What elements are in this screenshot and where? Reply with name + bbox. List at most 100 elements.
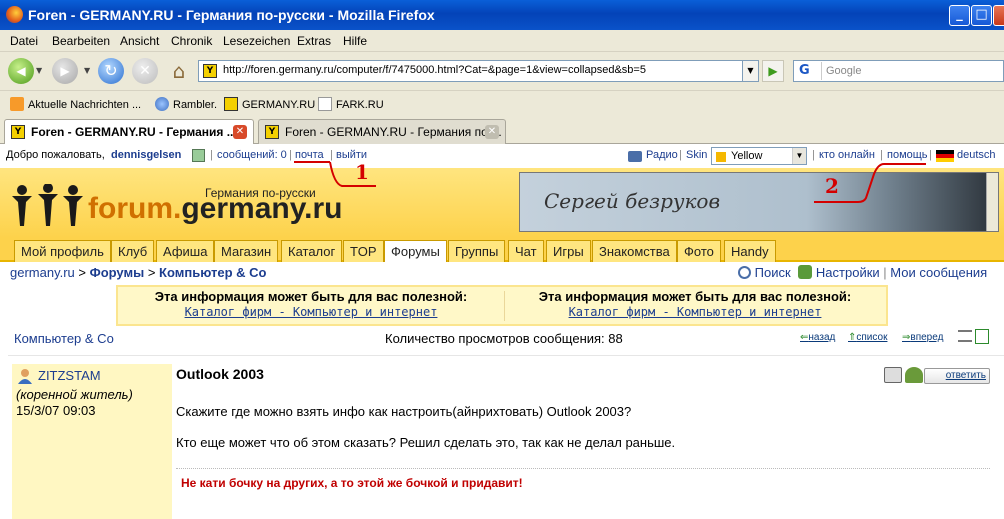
username-link[interactable]: dennisgelsen — [111, 149, 181, 161]
close-tab-icon[interactable]: ✕ — [233, 125, 247, 139]
forward-arrow-icon[interactable]: ▶ — [52, 58, 78, 84]
site-nav-tabs: Мой профиль Клуб Афиша Магазин Каталог T… — [0, 238, 1004, 262]
search-link[interactable]: Поиск — [755, 265, 791, 280]
tab-groups[interactable]: Группы — [448, 240, 506, 262]
tab-games[interactable]: Игры — [546, 240, 591, 262]
tab-forums[interactable]: Форумы — [384, 240, 447, 262]
back-arrow-icon[interactable]: ◀ — [8, 58, 34, 84]
menu-ansicht[interactable]: Ansicht — [120, 34, 159, 48]
info-box: Эта информация может быть для вас полезн… — [116, 285, 888, 326]
forward-history-dropdown-icon[interactable]: ▼ — [84, 66, 90, 92]
bookmark-label: Aktuelle Nachrichten ... — [28, 99, 142, 111]
menu-bearbeiten[interactable]: Bearbeiten — [52, 34, 110, 48]
search-box[interactable]: G Google — [793, 60, 1004, 82]
tab-chat[interactable]: Чат — [508, 240, 544, 262]
divider — [8, 355, 1004, 356]
skin-select[interactable]: Yellow ▼ — [711, 147, 807, 165]
banner-text: Сергей безруков — [544, 189, 721, 213]
maximize-button[interactable]: □ — [971, 5, 992, 26]
tab-dating[interactable]: Знакомства — [592, 240, 677, 262]
back-history-dropdown-icon[interactable]: ▼ — [36, 66, 42, 92]
bookmark-aktuelle-nachrichten[interactable]: Aktuelle Nachrichten ... — [10, 97, 141, 111]
tab-club[interactable]: Клуб — [111, 240, 155, 262]
address-url[interactable]: http://foren.germany.ru/computer/f/74750… — [223, 64, 646, 76]
pager-back-button[interactable]: ⇐назад — [800, 332, 835, 343]
tab-afisha[interactable]: Афиша — [156, 240, 215, 262]
menu-lesezeichen[interactable]: Lesezeichen — [223, 34, 290, 48]
menu-bar: Datei Bearbeiten Ansicht Chronik Lesezei… — [0, 30, 1004, 52]
reply-button[interactable]: ответить — [924, 368, 990, 384]
minimize-button[interactable]: _ — [949, 5, 970, 26]
menu-hilfe[interactable]: Hilfe — [343, 34, 367, 48]
skin-label: Skin — [686, 149, 708, 161]
bookmark-germany-ru[interactable]: GERMANY.RU — [224, 97, 315, 111]
tab-bar: Y Foren - GERMANY.RU - Германия ... ✕ Y … — [0, 116, 1004, 145]
address-bar[interactable]: Y http://foren.germany.ru/computer/f/747… — [198, 60, 743, 82]
navigation-toolbar: ◀ ▼ ▶ ▼ ↻ ✕ ⌂ Y http://foren.germany.ru/… — [0, 52, 1004, 90]
go-arrow-icon[interactable]: ▶ — [762, 60, 784, 82]
pager-list-button[interactable]: ⇑список — [848, 332, 887, 343]
info-catalog-link[interactable]: Каталог фирм - Компьютер и интернет — [504, 305, 886, 319]
tab-top[interactable]: TOP — [343, 240, 384, 262]
tab-handy[interactable]: Handy — [724, 240, 776, 262]
settings-link[interactable]: Настройки — [816, 265, 880, 280]
info-catalog-link[interactable]: Каталог фирм - Компьютер и интернет — [120, 305, 502, 319]
google-engine-icon[interactable]: G — [796, 62, 822, 80]
url-history-dropdown-icon[interactable]: ▼ — [743, 60, 759, 82]
window-title: Foren - GERMANY.RU - Германия по-русски … — [28, 7, 435, 23]
home-icon[interactable]: ⌂ — [166, 58, 192, 84]
view-count: Количество просмотров сообщения: 88 — [385, 331, 623, 346]
breadcrumb-current[interactable]: Компьютер & Co — [159, 265, 266, 280]
chevron-down-icon: ▼ — [792, 148, 806, 164]
banner-scrollbar[interactable] — [986, 173, 998, 231]
logo-part-domain: germany.ru — [181, 192, 343, 225]
stop-icon[interactable]: ✕ — [132, 58, 158, 84]
skin-color-swatch — [716, 152, 726, 162]
pager-next-button[interactable]: ⇒вперед — [902, 332, 943, 343]
signature-divider — [176, 468, 990, 469]
breadcrumb-root[interactable]: germany.ru — [10, 265, 75, 280]
user-icon — [17, 368, 33, 384]
breadcrumb-separator: > — [144, 265, 160, 280]
close-tab-icon[interactable]: ✕ — [485, 125, 499, 139]
author-name-link[interactable]: ZITZSTAM — [38, 368, 101, 383]
tab-catalog[interactable]: Каталог — [281, 240, 343, 262]
bookmark-rambler[interactable]: Rambler. — [155, 97, 217, 111]
tab-shop[interactable]: Магазин — [214, 240, 279, 262]
firefox-icon — [6, 6, 23, 23]
search-placeholder[interactable]: Google — [826, 65, 861, 77]
menu-chronik[interactable]: Chronik — [171, 34, 212, 48]
profile-card-icon[interactable] — [192, 149, 205, 162]
menu-extras[interactable]: Extras — [297, 34, 331, 48]
bookmarks-toolbar: Aktuelle Nachrichten ... Rambler. GERMAN… — [0, 90, 1004, 116]
logo-part-forum: forum. — [88, 192, 182, 225]
tab-label: Foren - GERMANY.RU - Германия ... — [31, 125, 237, 139]
breadcrumb-forums[interactable]: Форумы — [90, 265, 145, 280]
pager-next-label: вперед — [910, 332, 944, 343]
tab-active[interactable]: Y Foren - GERMANY.RU - Германия ... ✕ — [4, 119, 254, 145]
reload-icon[interactable]: ↻ — [98, 58, 124, 84]
messages-count-link[interactable]: сообщений: 0 — [217, 149, 287, 161]
tab-inactive[interactable]: Y Foren - GERMANY.RU - Германия по-... ✕ — [258, 119, 506, 144]
annotation-number-1: 1 — [355, 160, 369, 184]
radio-link[interactable]: Радио — [646, 149, 678, 161]
my-messages-link[interactable]: Мои сообщения — [890, 265, 987, 280]
tab-photo[interactable]: Фото — [677, 240, 721, 262]
page-icon — [318, 97, 332, 111]
collapsed-view-icon[interactable] — [958, 330, 972, 342]
close-button[interactable] — [993, 5, 1004, 26]
add-user-icon[interactable] — [905, 367, 923, 383]
forum-name-link[interactable]: Компьютер & Co — [14, 331, 114, 346]
settings-icon — [798, 265, 813, 279]
bookmark-label: FARK.RU — [336, 99, 384, 111]
welcome-text: Добро пожаловать, — [6, 149, 105, 161]
rss-feed-icon — [10, 97, 24, 111]
tab-my-profile[interactable]: Мой профиль — [14, 240, 111, 262]
bookmark-fark-ru[interactable]: FARK.RU — [318, 97, 384, 111]
language-link[interactable]: deutsch — [957, 149, 996, 161]
logo-people-icon — [10, 183, 86, 236]
menu-datei[interactable]: Datei — [10, 34, 38, 48]
site-logo[interactable]: forum.germany.ru — [88, 192, 343, 226]
print-icon[interactable] — [884, 367, 902, 383]
threaded-view-icon[interactable] — [975, 329, 989, 344]
